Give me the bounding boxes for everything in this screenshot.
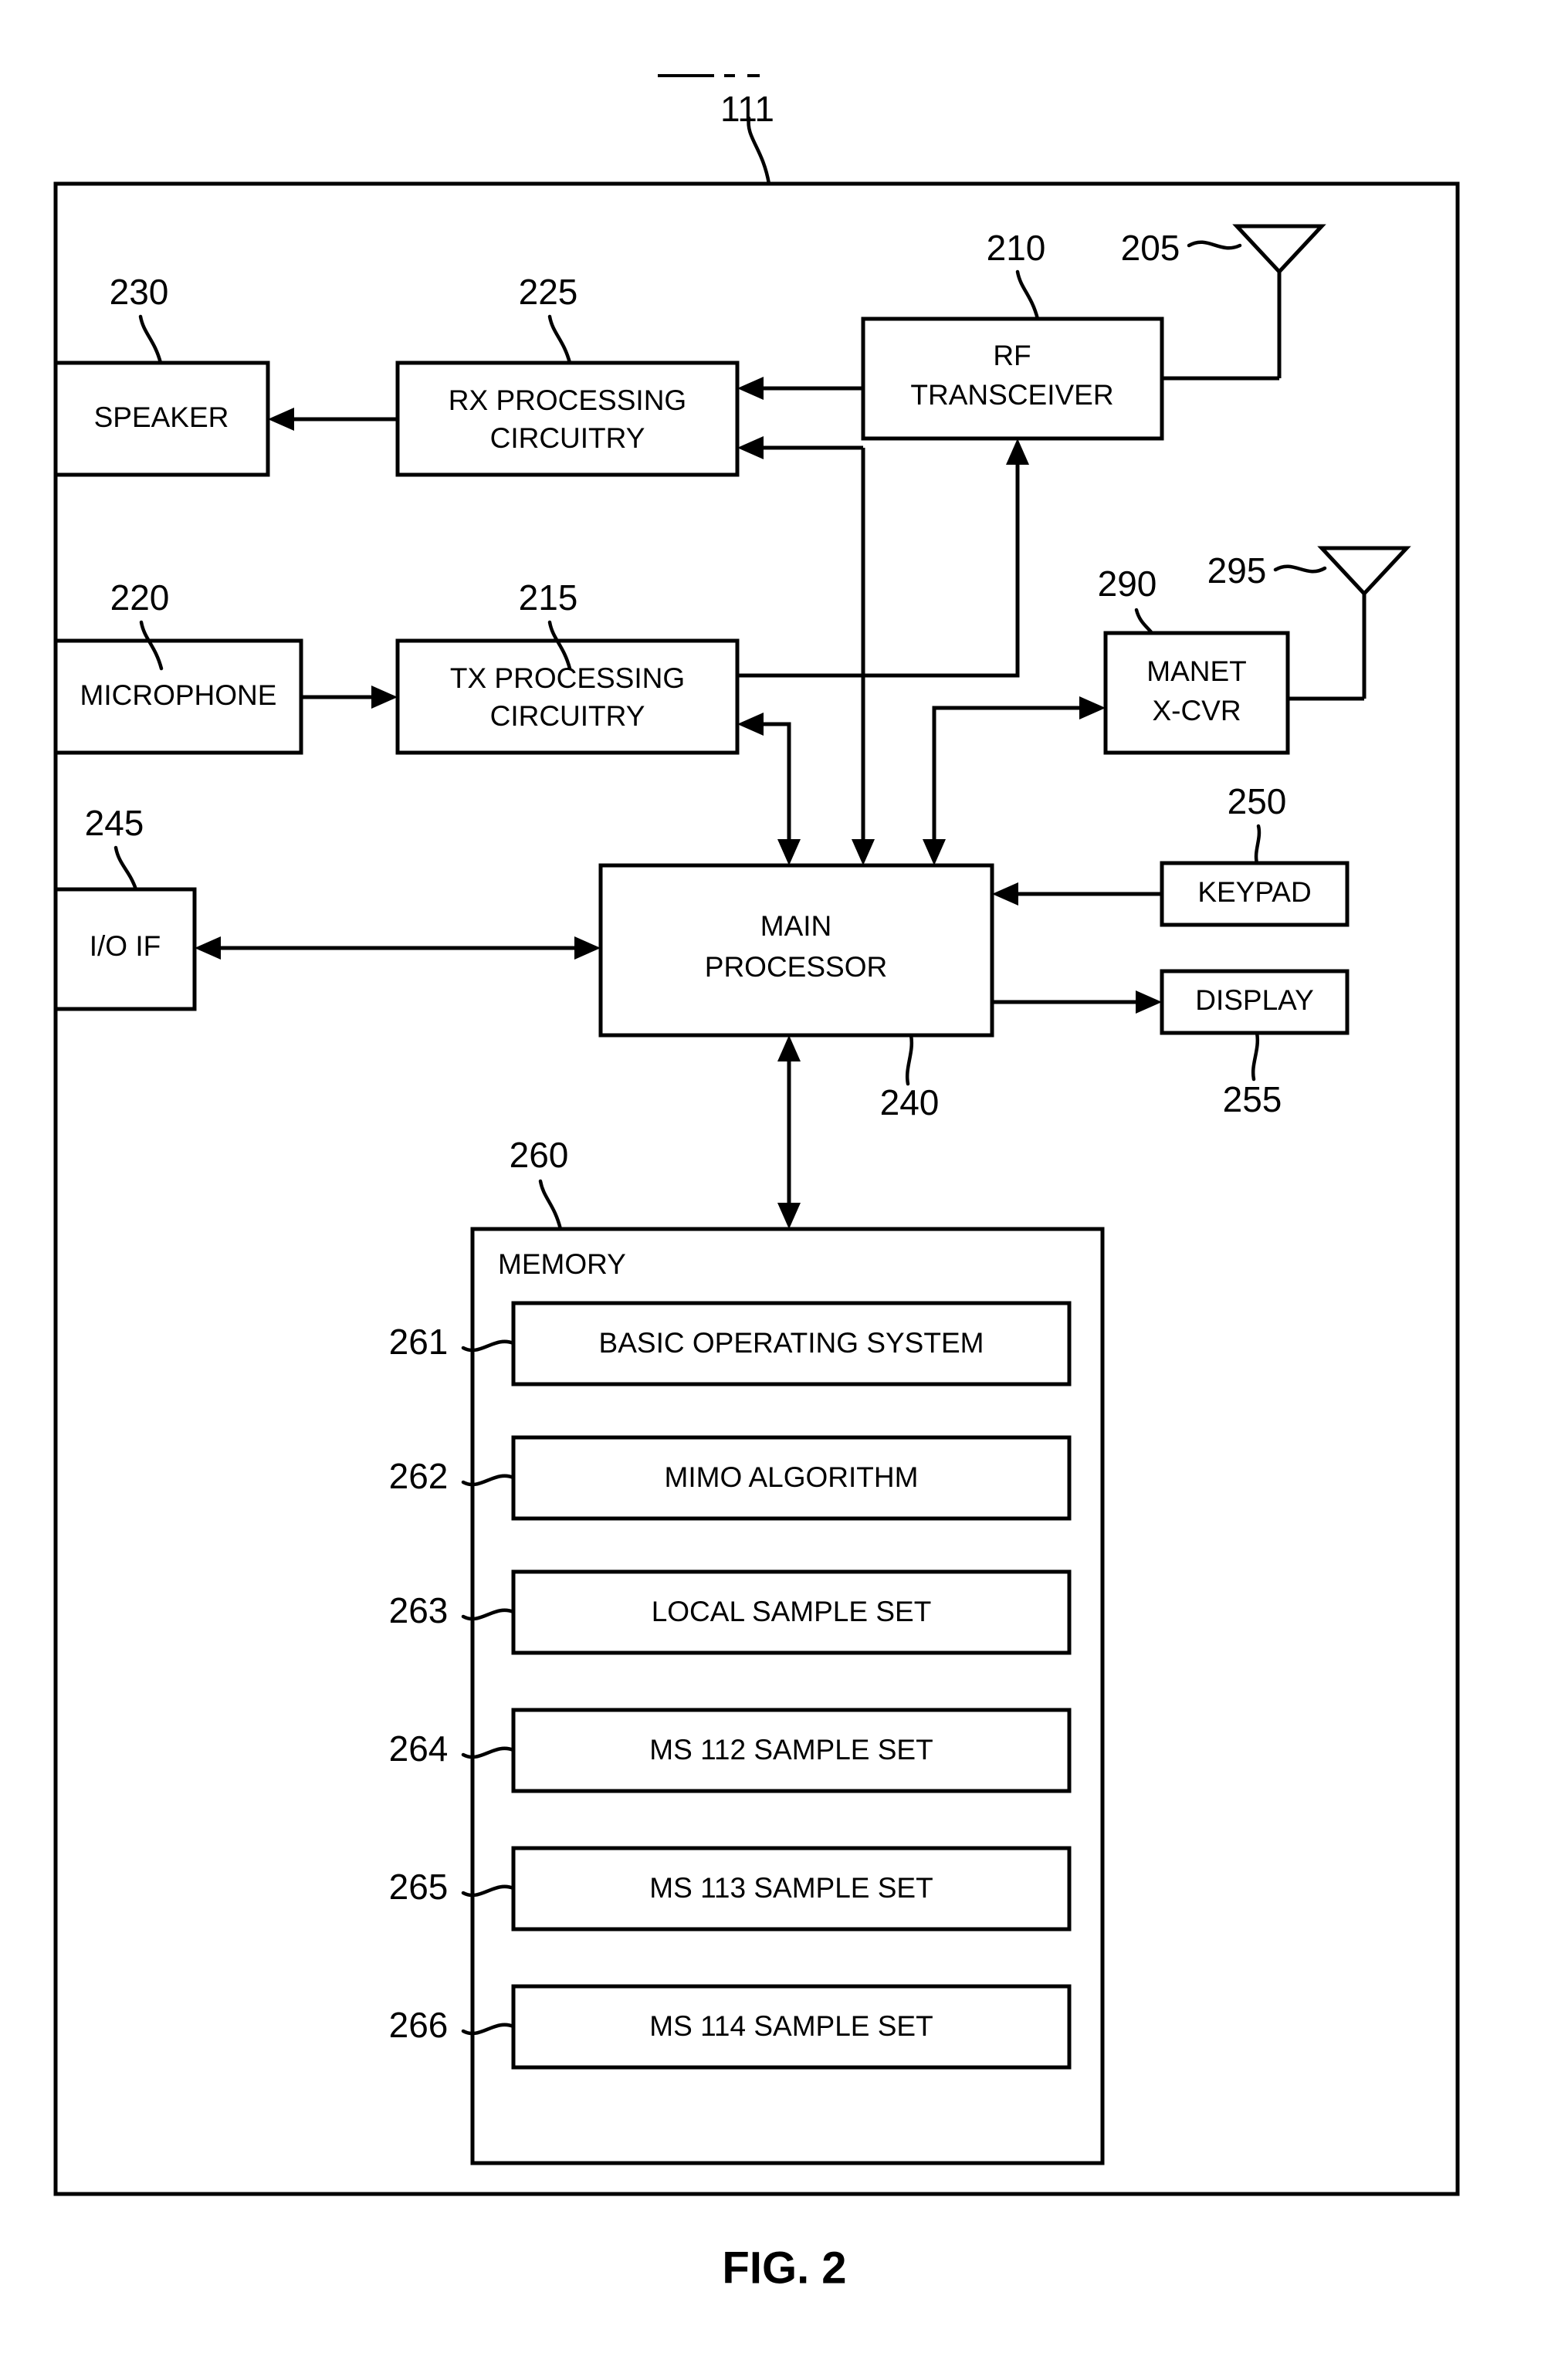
memory-item-label-266: MS 114 SAMPLE SET [649, 2010, 933, 2042]
ref-num-111: 111 [720, 89, 774, 129]
main-antenna-icon [1162, 224, 1326, 381]
ref-num-230: 230 [110, 272, 169, 312]
ref-250-leader [1254, 824, 1262, 865]
ref-num-264: 264 [389, 1728, 449, 1769]
io-if-label: I/O IF [90, 930, 161, 962]
ref-num-210: 210 [987, 228, 1046, 268]
ref-245-leader [113, 845, 138, 892]
tx-processing-label-line2: CIRCUITRY [490, 700, 645, 732]
ref-num-205: 205 [1121, 228, 1180, 268]
connector-rf-to-rx [737, 377, 863, 400]
ref-num-250: 250 [1228, 781, 1287, 821]
rx-processing-label-line2: CIRCUITRY [490, 422, 645, 454]
ref-num-260: 260 [510, 1135, 569, 1175]
connector-rx-to-speaker [268, 408, 398, 431]
ref-260-leader [538, 1179, 563, 1231]
rx-processing-label-line1: RX PROCESSING [449, 384, 686, 416]
ref-230-leader [138, 314, 163, 365]
ref-num-265: 265 [389, 1867, 449, 1907]
connector-mainproc-manet [923, 696, 1106, 865]
connector-mic-to-tx [301, 686, 398, 709]
main-processor-label-line1: MAIN [760, 910, 832, 942]
ref-210-leader [1015, 269, 1040, 321]
ref-295-leader [1273, 564, 1327, 574]
memory-item-label-265: MS 113 SAMPLE SET [649, 1872, 933, 1904]
connector-mainproc-to-display [992, 990, 1162, 1014]
memory-item-label-264: MS 112 SAMPLE SET [649, 1734, 933, 1766]
ref-num-220: 220 [110, 577, 170, 618]
rf-transceiver-label-line2: TRANSCEIVER [910, 379, 1113, 411]
rf-transceiver-label-line1: RF [993, 340, 1031, 371]
ref-num-225: 225 [519, 272, 578, 312]
ref-225-leader [547, 314, 572, 365]
ref-num-263: 263 [389, 1590, 449, 1630]
ref-num-266: 266 [389, 2005, 449, 2045]
ref-num-240: 240 [880, 1082, 940, 1122]
microphone-label: MICROPHONE [80, 679, 277, 711]
manet-xcvr-label-line1: MANET [1146, 655, 1247, 687]
ref-num-262: 262 [389, 1456, 449, 1496]
connector-tx-to-rf [737, 438, 1029, 678]
display-label: DISPLAY [1195, 984, 1314, 1016]
ref-290-leader [1134, 608, 1154, 635]
tx-processing-label-line1: TX PROCESSING [450, 662, 685, 694]
memory-item-label-261: BASIC OPERATING SYSTEM [599, 1327, 984, 1359]
connector-keypad-to-mainproc [992, 882, 1162, 906]
connector-rx-feedback-down [737, 436, 875, 865]
speaker-label: SPEAKER [94, 401, 229, 433]
ref-num-261: 261 [389, 1322, 449, 1362]
ref-220-leader [139, 620, 164, 671]
connector-mainproc-to-tx [737, 713, 801, 865]
main-processor-label-line2: PROCESSOR [705, 951, 887, 983]
memory-item-label-263: LOCAL SAMPLE SET [652, 1596, 932, 1627]
ref-num-295: 295 [1207, 550, 1267, 591]
figure-caption: FIG. 2 [722, 2243, 846, 2293]
ref-num-255: 255 [1223, 1079, 1282, 1119]
connector-mainproc-memory [777, 1035, 801, 1229]
memory-item-label-262: MIMO ALGORITHM [665, 1461, 919, 1493]
ref-num-215: 215 [519, 577, 578, 618]
block-manet-xcvr [1103, 631, 1290, 755]
keypad-label: KEYPAD [1197, 876, 1311, 908]
ref-240-leader [905, 1033, 914, 1086]
ref-num-245: 245 [85, 803, 144, 843]
manet-xcvr-label-line2: X-CVR [1152, 695, 1241, 726]
block-diagram-svg: SPEAKER RX PROCESSING CIRCUITRY RF TRANS… [53, 74, 1460, 2293]
connector-io-mainproc [195, 936, 601, 960]
block-rx-processing [395, 361, 740, 477]
patent-figure-page: SPEAKER RX PROCESSING CIRCUITRY RF TRANS… [0, 0, 1568, 2353]
memory-title: MEMORY [498, 1248, 626, 1280]
ref-255-leader [1251, 1031, 1260, 1082]
ref-205-leader [1187, 240, 1242, 250]
ref-num-290: 290 [1098, 564, 1157, 604]
